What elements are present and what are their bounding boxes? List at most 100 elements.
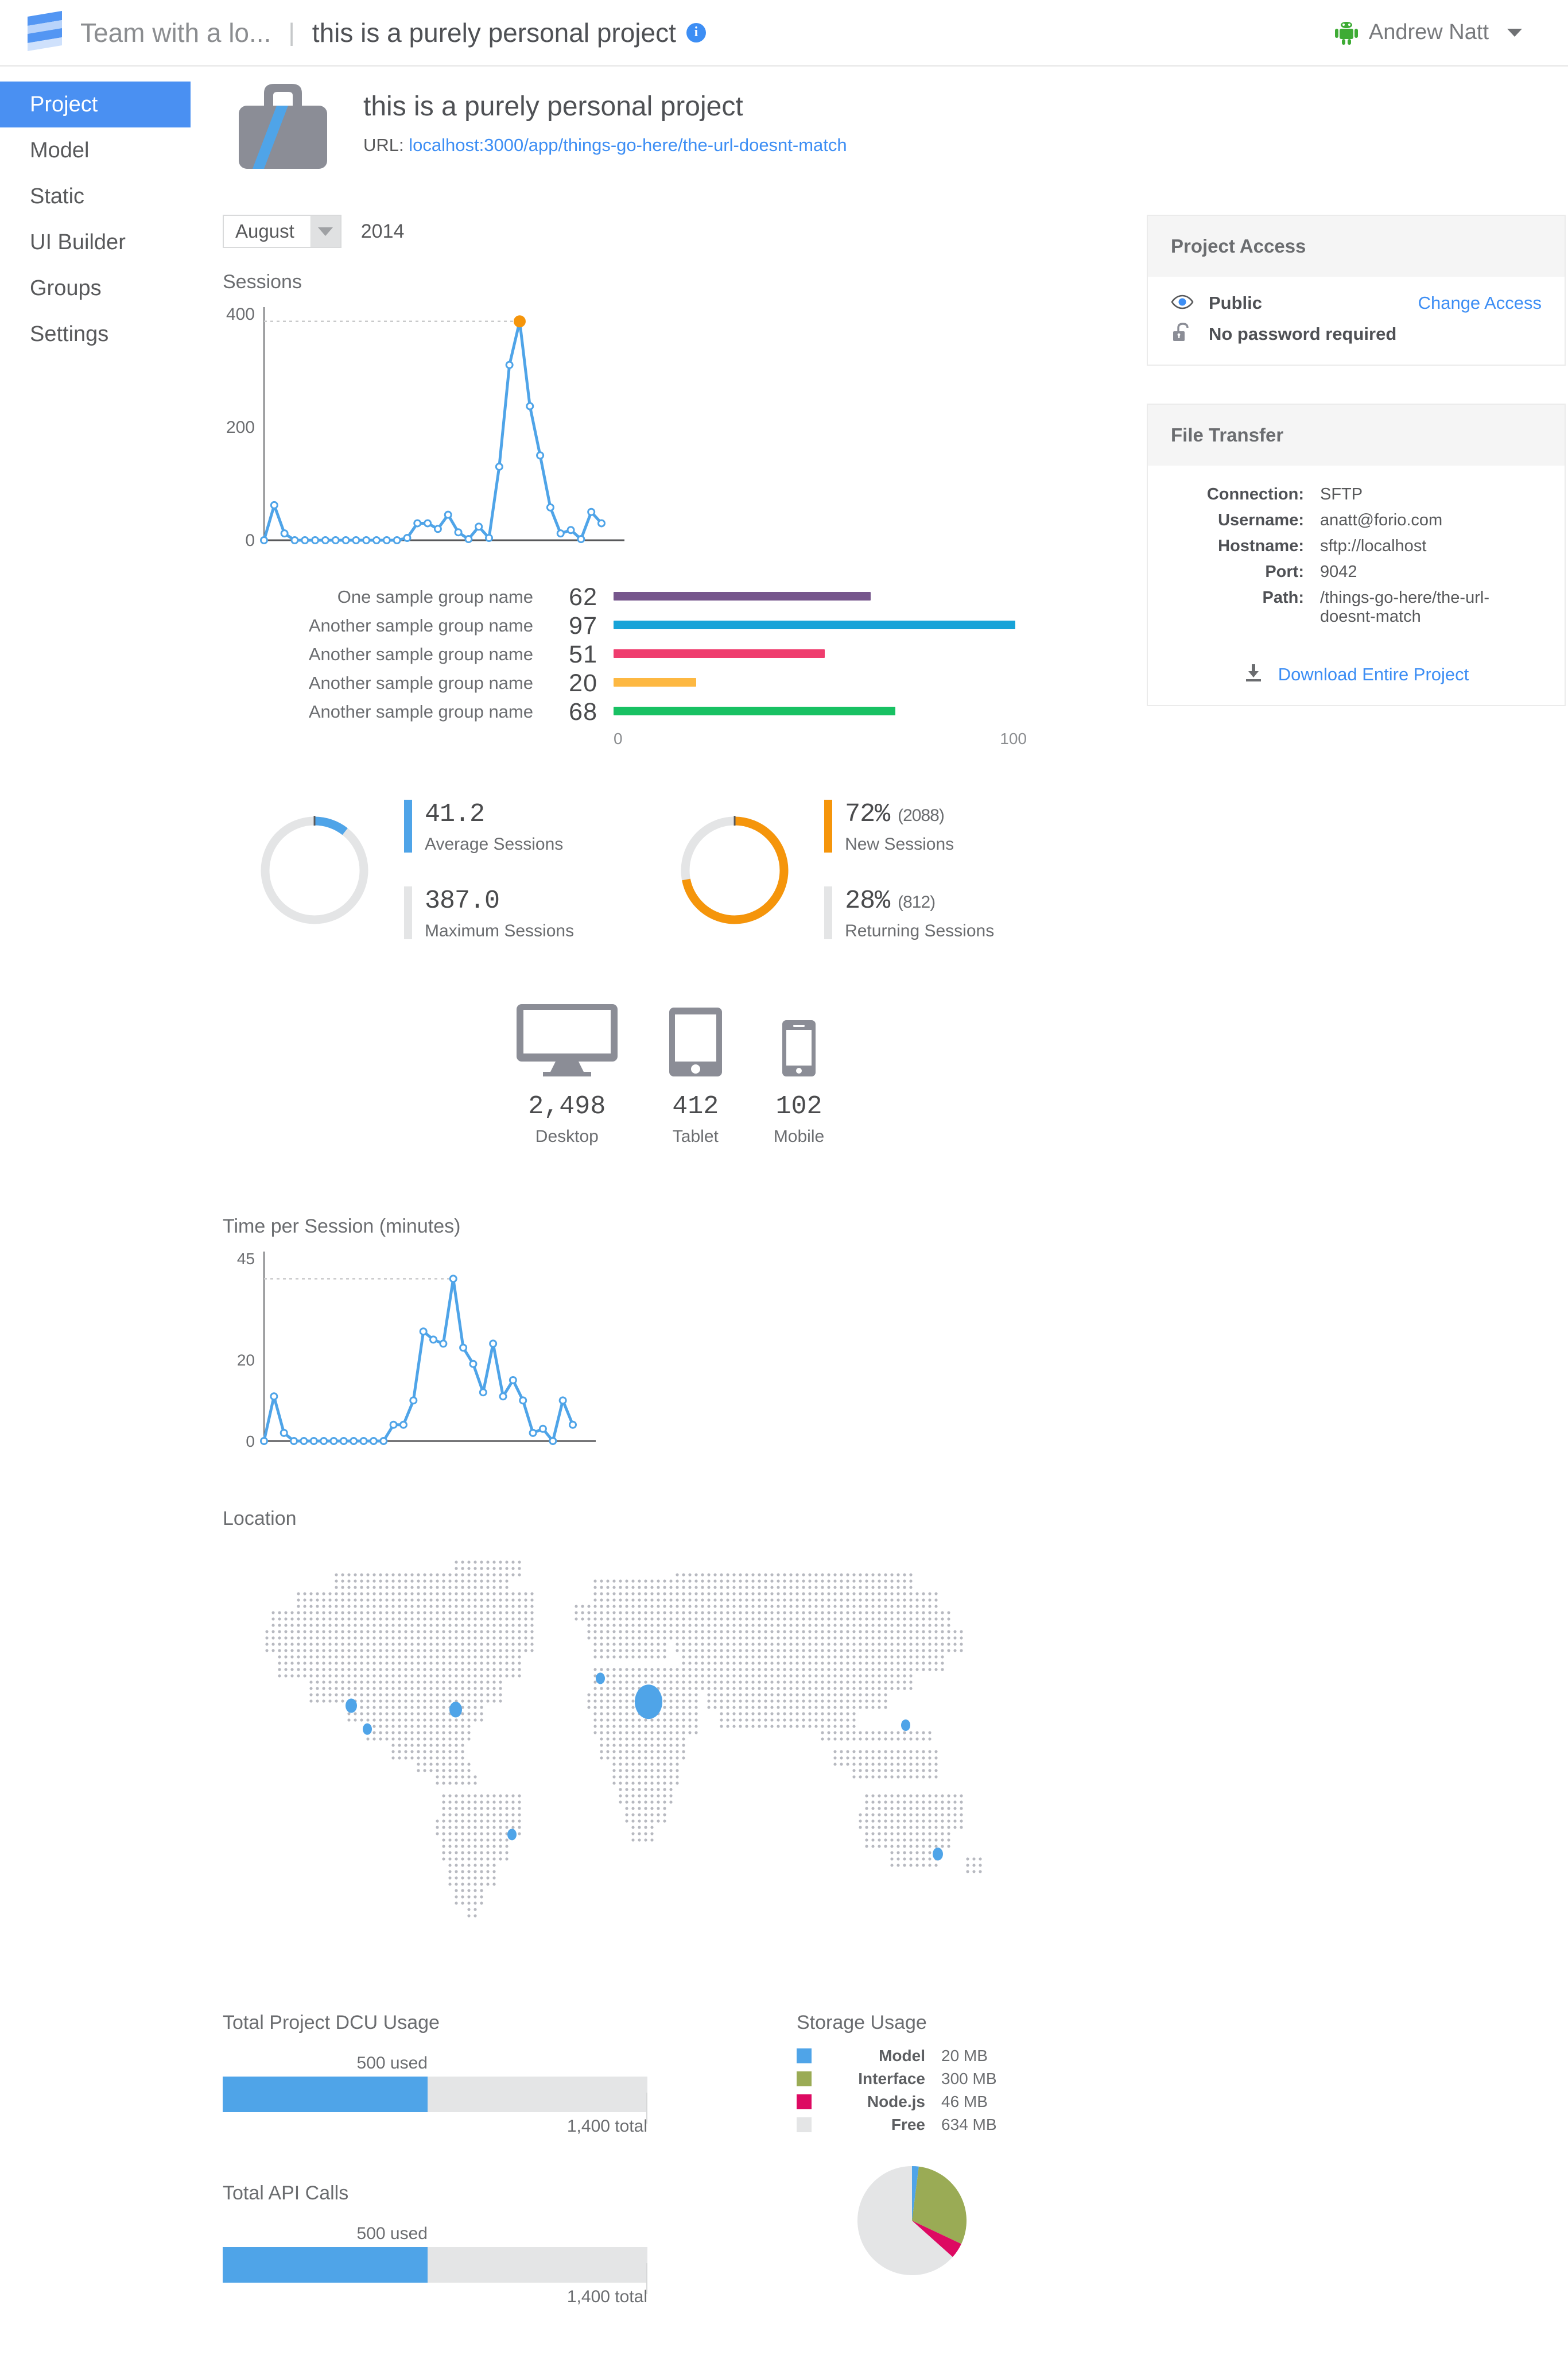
table-row: Another sample group name 20 xyxy=(271,669,1118,698)
table-row: Another sample group name 68 xyxy=(271,698,1118,726)
month-select[interactable]: August xyxy=(223,215,341,248)
stat-value: 72% xyxy=(845,800,890,829)
device-breakdown: 2,498 Desktop 412 Tablet 102 Mobile xyxy=(223,1004,1118,1146)
sidebar-item-settings[interactable]: Settings xyxy=(0,311,191,357)
stat-new-sessions: 72% (2088) New Sessions xyxy=(824,800,994,854)
sidebar-nav: Project Model Static UI Builder Groups S… xyxy=(0,67,191,357)
time-per-session-chart: 0 20 45 xyxy=(223,1238,1118,1462)
mobile-icon xyxy=(782,1020,816,1079)
panel-title: File Transfer xyxy=(1148,405,1565,466)
api-usage-fill xyxy=(223,2247,428,2283)
sessions-chart: 0 200 400 xyxy=(223,293,1118,563)
field-key: Path: xyxy=(1262,588,1305,607)
donut-chart-sessions xyxy=(257,813,372,928)
group-bar-axis: 0 100 xyxy=(614,730,1027,748)
legend-value: 46 MB xyxy=(941,2093,988,2110)
user-name[interactable]: Andrew Natt xyxy=(1369,20,1489,45)
legend-item-interface: Interface 300 MB xyxy=(797,2070,1027,2088)
group-sessions-bar-chart: One sample group name 62 Another sample … xyxy=(271,583,1118,748)
change-access-link[interactable]: Change Access xyxy=(1418,293,1542,313)
breadcrumb-separator: | xyxy=(288,18,295,47)
legend-value: 20 MB xyxy=(941,2047,988,2065)
sidebar-item-model[interactable]: Model xyxy=(0,127,191,173)
field-value: anatt@forio.com xyxy=(1320,511,1443,529)
app-logo-icon[interactable] xyxy=(23,9,68,57)
stat-count: (812) xyxy=(898,893,936,912)
group-value: 97 xyxy=(569,611,597,640)
sidebar-item-static[interactable]: Static xyxy=(0,173,191,219)
sidebar-item-label: Static xyxy=(30,184,85,208)
dcu-usage-bar xyxy=(223,2077,647,2112)
device-label: Mobile xyxy=(773,1127,825,1146)
legend-swatch xyxy=(797,2048,812,2063)
sidebar-item-label: Project xyxy=(30,92,98,117)
stat-returning-sessions: 28% (812) Returning Sessions xyxy=(824,886,994,941)
main-content: this is a purely personal project URL: l… xyxy=(191,67,1568,2307)
stat-color-swatch xyxy=(824,886,833,939)
desktop-icon xyxy=(516,1004,618,1079)
sidebar-item-label: Model xyxy=(30,138,90,162)
dcu-used-label: 500 used xyxy=(356,2054,428,2073)
sidebar-item-groups[interactable]: Groups xyxy=(0,265,191,311)
legend-swatch xyxy=(797,2117,812,2132)
user-menu[interactable]: Andrew Natt xyxy=(1334,20,1545,46)
device-count: 102 xyxy=(775,1092,822,1121)
device-count: 2,498 xyxy=(528,1092,606,1121)
top-bar: Team with a lo... | this is a purely per… xyxy=(0,0,1568,67)
dcu-usage-title: Total Project DCU Usage xyxy=(223,2012,440,2033)
stat-average-sessions: 41.2 Average Sessions xyxy=(404,800,574,854)
download-project-row[interactable]: Download Entire Project xyxy=(1171,663,1542,685)
team-name[interactable]: Team with a lo... xyxy=(80,17,271,48)
briefcase-icon xyxy=(228,73,337,177)
device-count: 412 xyxy=(672,1092,719,1121)
stat-value: 41.2 xyxy=(425,800,485,829)
svg-text:20: 20 xyxy=(237,1351,255,1369)
device-desktop: 2,498 Desktop xyxy=(516,1004,618,1146)
info-icon[interactable]: i xyxy=(686,22,706,42)
stat-label: New Sessions xyxy=(845,835,954,854)
table-row: Port: 9042 xyxy=(1171,559,1542,585)
svg-text:400: 400 xyxy=(226,305,255,324)
axis-tick-max: 100 xyxy=(1000,730,1027,747)
right-panels: Project Access Public Change Access No p… xyxy=(1147,215,1566,706)
new-returning-gauge: 72% (2088) New Sessions 28% (812) Return… xyxy=(677,800,994,941)
average-sessions-gauge: 41.2 Average Sessions 387.0 Maximum Sess… xyxy=(257,800,574,941)
file-transfer-panel: File Transfer Connection: SFTP Username:… xyxy=(1147,404,1566,706)
chevron-down-icon[interactable] xyxy=(1507,28,1522,37)
month-select-value: August xyxy=(235,220,294,242)
stat-maximum-sessions: 387.0 Maximum Sessions xyxy=(404,886,574,941)
file-transfer-table: Connection: SFTP Username: anatt@forio.c… xyxy=(1171,482,1542,630)
sidebar-item-ui-builder[interactable]: UI Builder xyxy=(0,219,191,265)
password-row: No password required xyxy=(1171,323,1542,345)
unlock-icon xyxy=(1171,323,1194,345)
project-url-link[interactable]: localhost:3000/app/things-go-here/the-ur… xyxy=(409,135,847,155)
legend-label: Free xyxy=(891,2116,925,2133)
field-key: Connection: xyxy=(1206,485,1304,503)
panel-title: Project Access xyxy=(1148,216,1565,277)
legend-label: Model xyxy=(879,2047,925,2065)
location-map xyxy=(223,1550,1118,1943)
password-label: No password required xyxy=(1209,323,1397,344)
table-row: Path: /things-go-here/the-url-doesnt-mat… xyxy=(1171,585,1542,630)
sidebar-item-project[interactable]: Project xyxy=(0,82,191,127)
group-bar xyxy=(614,678,696,687)
table-row: Username: anatt@forio.com xyxy=(1171,508,1542,533)
download-entire-project-link[interactable]: Download Entire Project xyxy=(1278,664,1469,685)
legend-swatch xyxy=(797,2071,812,2086)
legend-label: Node.js xyxy=(867,2093,925,2110)
project-dashboard-page: Team with a lo... | this is a purely per… xyxy=(0,0,1568,2355)
device-label: Tablet xyxy=(672,1127,719,1146)
breadcrumb-project-name[interactable]: this is a purely personal project xyxy=(312,17,676,48)
stat-label: Maximum Sessions xyxy=(425,921,575,940)
legend-value: 634 MB xyxy=(941,2116,997,2133)
stat-color-swatch xyxy=(404,886,412,939)
table-row: Another sample group name 51 xyxy=(271,640,1118,669)
svg-text:0: 0 xyxy=(245,531,255,550)
storage-pie-chart xyxy=(852,2160,1027,2284)
page-title: this is a purely personal project xyxy=(363,91,743,122)
device-tablet: 412 Tablet xyxy=(669,1008,722,1146)
group-value: 68 xyxy=(569,698,597,726)
field-value: 9042 xyxy=(1320,563,1357,581)
sidebar-item-label: Settings xyxy=(30,322,109,346)
chevron-down-icon[interactable] xyxy=(310,216,340,247)
